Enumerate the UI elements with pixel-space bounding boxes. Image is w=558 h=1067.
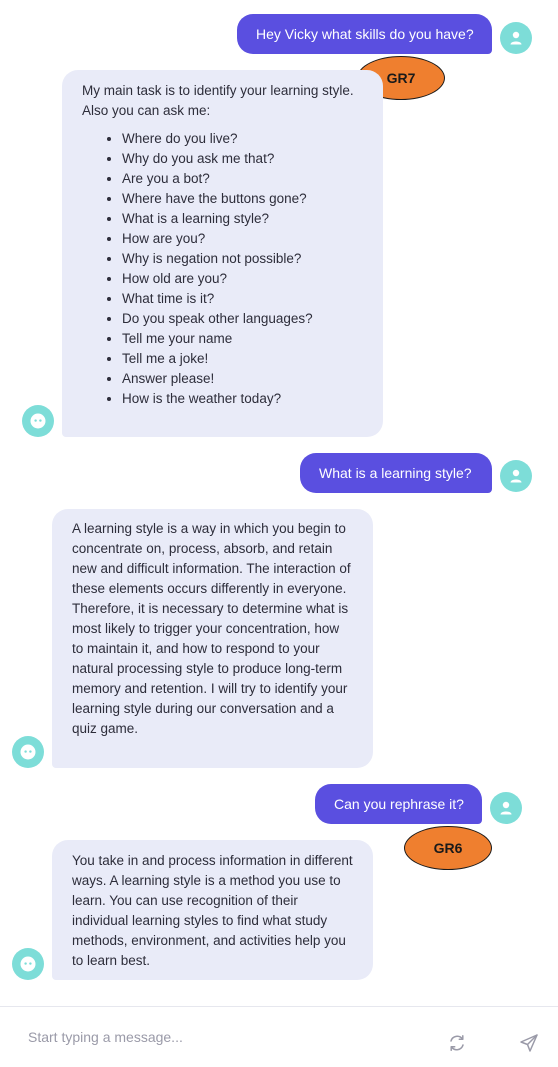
- send-icon: [520, 1034, 538, 1052]
- annotation-label: GR7: [386, 70, 416, 86]
- bot-face-icon: [30, 413, 46, 429]
- list-item: Why do you ask me that?: [122, 149, 363, 169]
- message-text: Can you rephrase it?: [334, 796, 464, 812]
- message-input[interactable]: [28, 1027, 408, 1047]
- list-item: Tell me your name: [122, 329, 363, 349]
- user-icon: [500, 801, 512, 815]
- list-item: Are you a bot?: [122, 169, 363, 189]
- list-item: How is the weather today?: [122, 389, 363, 409]
- list-item: What is a learning style?: [122, 209, 363, 229]
- refresh-icon: [450, 1035, 464, 1051]
- user-icon: [510, 469, 522, 483]
- bot-message: You take in and process information in d…: [52, 840, 373, 980]
- list-item: How are you?: [122, 229, 363, 249]
- user-avatar: [500, 460, 532, 492]
- list-item: Answer please!: [122, 369, 363, 389]
- user-message: What is a learning style?: [300, 453, 492, 493]
- send-button[interactable]: [517, 1031, 541, 1055]
- bot-face-icon: [20, 744, 36, 760]
- list-item: Where have the buttons gone?: [122, 189, 363, 209]
- suggestion-list: Where do you live? Why do you ask me tha…: [82, 129, 363, 409]
- list-item: Where do you live?: [122, 129, 363, 149]
- annotation-label: GR6: [433, 840, 463, 856]
- message-text: Hey Vicky what skills do you have?: [256, 26, 474, 42]
- list-item: How old are you?: [122, 269, 363, 289]
- bot-avatar: [22, 405, 54, 437]
- bot-avatar: [12, 948, 44, 980]
- list-item: Why is negation not possible?: [122, 249, 363, 269]
- user-message: Hey Vicky what skills do you have?: [237, 14, 492, 54]
- list-item: Tell me a joke!: [122, 349, 363, 369]
- user-icon: [510, 31, 522, 45]
- list-item: What time is it?: [122, 289, 363, 309]
- message-text: You take in and process information in d…: [72, 853, 353, 968]
- message-text: A learning style is a way in which you b…: [72, 521, 351, 736]
- bot-message: A learning style is a way in which you b…: [52, 509, 373, 768]
- user-avatar: [500, 22, 532, 54]
- message-text: My main task is to identify your learnin…: [82, 83, 354, 118]
- refresh-button[interactable]: [445, 1031, 469, 1055]
- user-avatar: [490, 792, 522, 824]
- user-message: Can you rephrase it?: [315, 784, 482, 824]
- bot-avatar: [12, 736, 44, 768]
- message-text: What is a learning style?: [319, 465, 472, 481]
- annotation-tag: GR6: [404, 826, 492, 870]
- list-item: Do you speak other languages?: [122, 309, 363, 329]
- bot-message: My main task is to identify your learnin…: [62, 70, 383, 437]
- message-composer: [0, 1006, 558, 1067]
- bot-face-icon: [20, 956, 36, 972]
